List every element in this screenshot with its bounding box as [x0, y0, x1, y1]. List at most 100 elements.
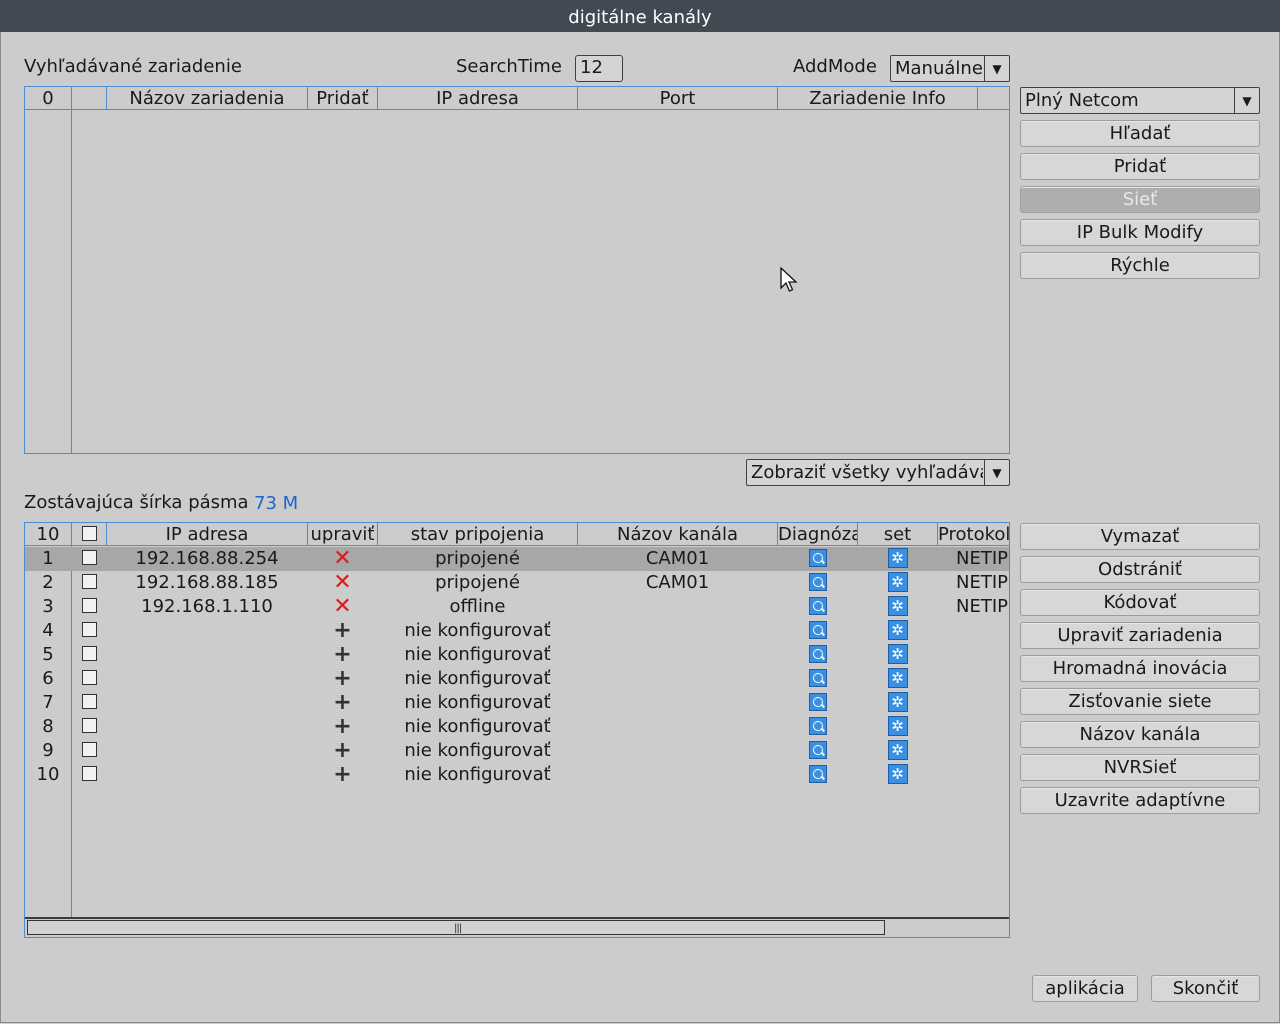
select-all-checkbox-header[interactable] — [72, 523, 107, 545]
row-checkbox-cell[interactable] — [72, 691, 106, 715]
scrollbar-thumb[interactable]: ||| — [27, 920, 885, 935]
column-ip[interactable]: IP adresa — [378, 87, 578, 109]
delete-x-icon[interactable]: ✕ — [333, 595, 351, 619]
row-checkbox-cell[interactable] — [72, 547, 106, 571]
table-row[interactable]: 3 192.168.1.110 ✕ offline ✲ NETIP — [25, 595, 1009, 619]
row-checkbox[interactable] — [81, 742, 97, 757]
row-diagnosis-cell[interactable] — [778, 547, 857, 571]
table-row[interactable]: 10 + nie konfigurovať ✲ — [25, 763, 1009, 787]
row-checkbox-cell[interactable] — [72, 643, 106, 667]
row-edit-cell[interactable]: + — [308, 715, 377, 739]
diagnosis-icon[interactable] — [808, 572, 827, 591]
diagnosis-icon[interactable] — [808, 740, 827, 759]
row-checkbox[interactable] — [81, 718, 97, 733]
diagnosis-icon[interactable] — [808, 548, 827, 567]
row-edit-cell[interactable]: + — [308, 667, 377, 691]
gear-icon[interactable]: ✲ — [887, 595, 908, 616]
column-port[interactable]: Port — [578, 87, 778, 109]
add-plus-icon[interactable]: + — [333, 691, 351, 715]
table-row[interactable]: 7 + nie konfigurovať ✲ — [25, 691, 1009, 715]
row-diagnosis-cell[interactable] — [778, 691, 857, 715]
row-checkbox[interactable] — [81, 598, 97, 613]
row-diagnosis-cell[interactable] — [778, 643, 857, 667]
row-set-cell[interactable]: ✲ — [858, 691, 937, 715]
remove-button[interactable]: Odstrániť — [1020, 556, 1260, 583]
row-checkbox[interactable] — [81, 670, 97, 685]
diagnosis-icon[interactable] — [808, 668, 827, 687]
gear-icon[interactable]: ✲ — [887, 739, 908, 760]
column-device-info[interactable]: Zariadenie Info — [778, 87, 978, 109]
row-set-cell[interactable]: ✲ — [858, 595, 937, 619]
row-checkbox[interactable] — [81, 694, 97, 709]
row-set-cell[interactable]: ✲ — [858, 715, 937, 739]
row-edit-cell[interactable]: + — [308, 619, 377, 643]
protocol-select[interactable]: Plný Netcom ▼ — [1020, 87, 1260, 114]
diagnosis-icon[interactable] — [808, 644, 827, 663]
column-ip-address[interactable]: IP adresa — [107, 523, 308, 545]
column-channel-name[interactable]: Názov kanála — [578, 523, 778, 545]
chevron-down-icon[interactable]: ▼ — [984, 460, 1009, 485]
row-set-cell[interactable]: ✲ — [858, 739, 937, 763]
gear-icon[interactable]: ✲ — [887, 667, 908, 688]
select-all-checkbox[interactable] — [81, 526, 97, 541]
add-mode-select[interactable]: Manuálne ▼ — [890, 55, 1010, 82]
row-edit-cell[interactable]: + — [308, 643, 377, 667]
row-checkbox[interactable] — [81, 574, 97, 589]
row-checkbox-cell[interactable] — [72, 571, 106, 595]
row-set-cell[interactable]: ✲ — [858, 667, 937, 691]
diagnosis-icon[interactable] — [808, 716, 827, 735]
add-button[interactable]: Pridať — [1020, 153, 1260, 180]
edit-devices-button[interactable]: Upraviť zariadenia — [1020, 622, 1260, 649]
row-edit-cell[interactable]: ✕ — [308, 595, 377, 619]
row-diagnosis-cell[interactable] — [778, 595, 857, 619]
chevron-down-icon[interactable]: ▼ — [984, 56, 1009, 81]
add-plus-icon[interactable]: + — [333, 715, 351, 739]
clear-button[interactable]: Vymazať — [1020, 523, 1260, 550]
add-plus-icon[interactable]: + — [333, 763, 351, 787]
diagnosis-icon[interactable] — [808, 692, 827, 711]
table-row[interactable]: 2 192.168.88.185 ✕ pripojené CAM01 ✲ NETIP — [25, 571, 1009, 595]
add-plus-icon[interactable]: + — [333, 619, 351, 643]
network-detection-button[interactable]: Zisťovanie siete — [1020, 688, 1260, 715]
row-checkbox[interactable] — [81, 622, 97, 637]
column-edit[interactable]: upraviť — [308, 523, 378, 545]
column-protocol[interactable]: Protokol — [938, 523, 1010, 545]
row-edit-cell[interactable]: + — [308, 691, 377, 715]
row-checkbox[interactable] — [81, 550, 97, 565]
row-edit-cell[interactable]: + — [308, 763, 377, 787]
diagnosis-icon[interactable] — [808, 764, 827, 783]
table-row[interactable]: 9 + nie konfigurovať ✲ — [25, 739, 1009, 763]
delete-x-icon[interactable]: ✕ — [333, 547, 351, 571]
row-diagnosis-cell[interactable] — [778, 739, 857, 763]
row-set-cell[interactable]: ✲ — [858, 619, 937, 643]
diagnosis-icon[interactable] — [808, 620, 827, 639]
row-set-cell[interactable]: ✲ — [858, 763, 937, 787]
column-add[interactable]: Pridať — [308, 87, 378, 109]
row-checkbox-cell[interactable] — [72, 619, 106, 643]
row-diagnosis-cell[interactable] — [778, 619, 857, 643]
network-button[interactable]: Sieť — [1020, 186, 1260, 213]
column-device-name[interactable]: Názov zariadenia — [107, 87, 308, 109]
search-time-input[interactable]: 12 — [575, 55, 623, 82]
row-diagnosis-cell[interactable] — [778, 715, 857, 739]
channel-name-button[interactable]: Názov kanála — [1020, 721, 1260, 748]
row-checkbox[interactable] — [81, 646, 97, 661]
ip-bulk-modify-button[interactable]: IP Bulk Modify — [1020, 219, 1260, 246]
add-plus-icon[interactable]: + — [333, 667, 351, 691]
search-button[interactable]: Hľadať — [1020, 120, 1260, 147]
table-row[interactable]: 8 + nie konfigurovať ✲ — [25, 715, 1009, 739]
row-diagnosis-cell[interactable] — [778, 763, 857, 787]
column-set[interactable]: set — [858, 523, 938, 545]
gear-icon[interactable]: ✲ — [887, 643, 908, 664]
delete-x-icon[interactable]: ✕ — [333, 571, 351, 595]
quick-button[interactable]: Rýchle — [1020, 252, 1260, 279]
bulk-upgrade-button[interactable]: Hromadná inovácia — [1020, 655, 1260, 682]
row-checkbox-cell[interactable] — [72, 667, 106, 691]
row-diagnosis-cell[interactable] — [778, 667, 857, 691]
row-set-cell[interactable]: ✲ — [858, 643, 937, 667]
filter-select[interactable]: Zobraziť všetky vyhľadáva ▼ — [746, 459, 1010, 486]
row-set-cell[interactable]: ✲ — [858, 571, 937, 595]
gear-icon[interactable]: ✲ — [887, 619, 908, 640]
encode-button[interactable]: Kódovať — [1020, 589, 1260, 616]
row-edit-cell[interactable]: ✕ — [308, 571, 377, 595]
